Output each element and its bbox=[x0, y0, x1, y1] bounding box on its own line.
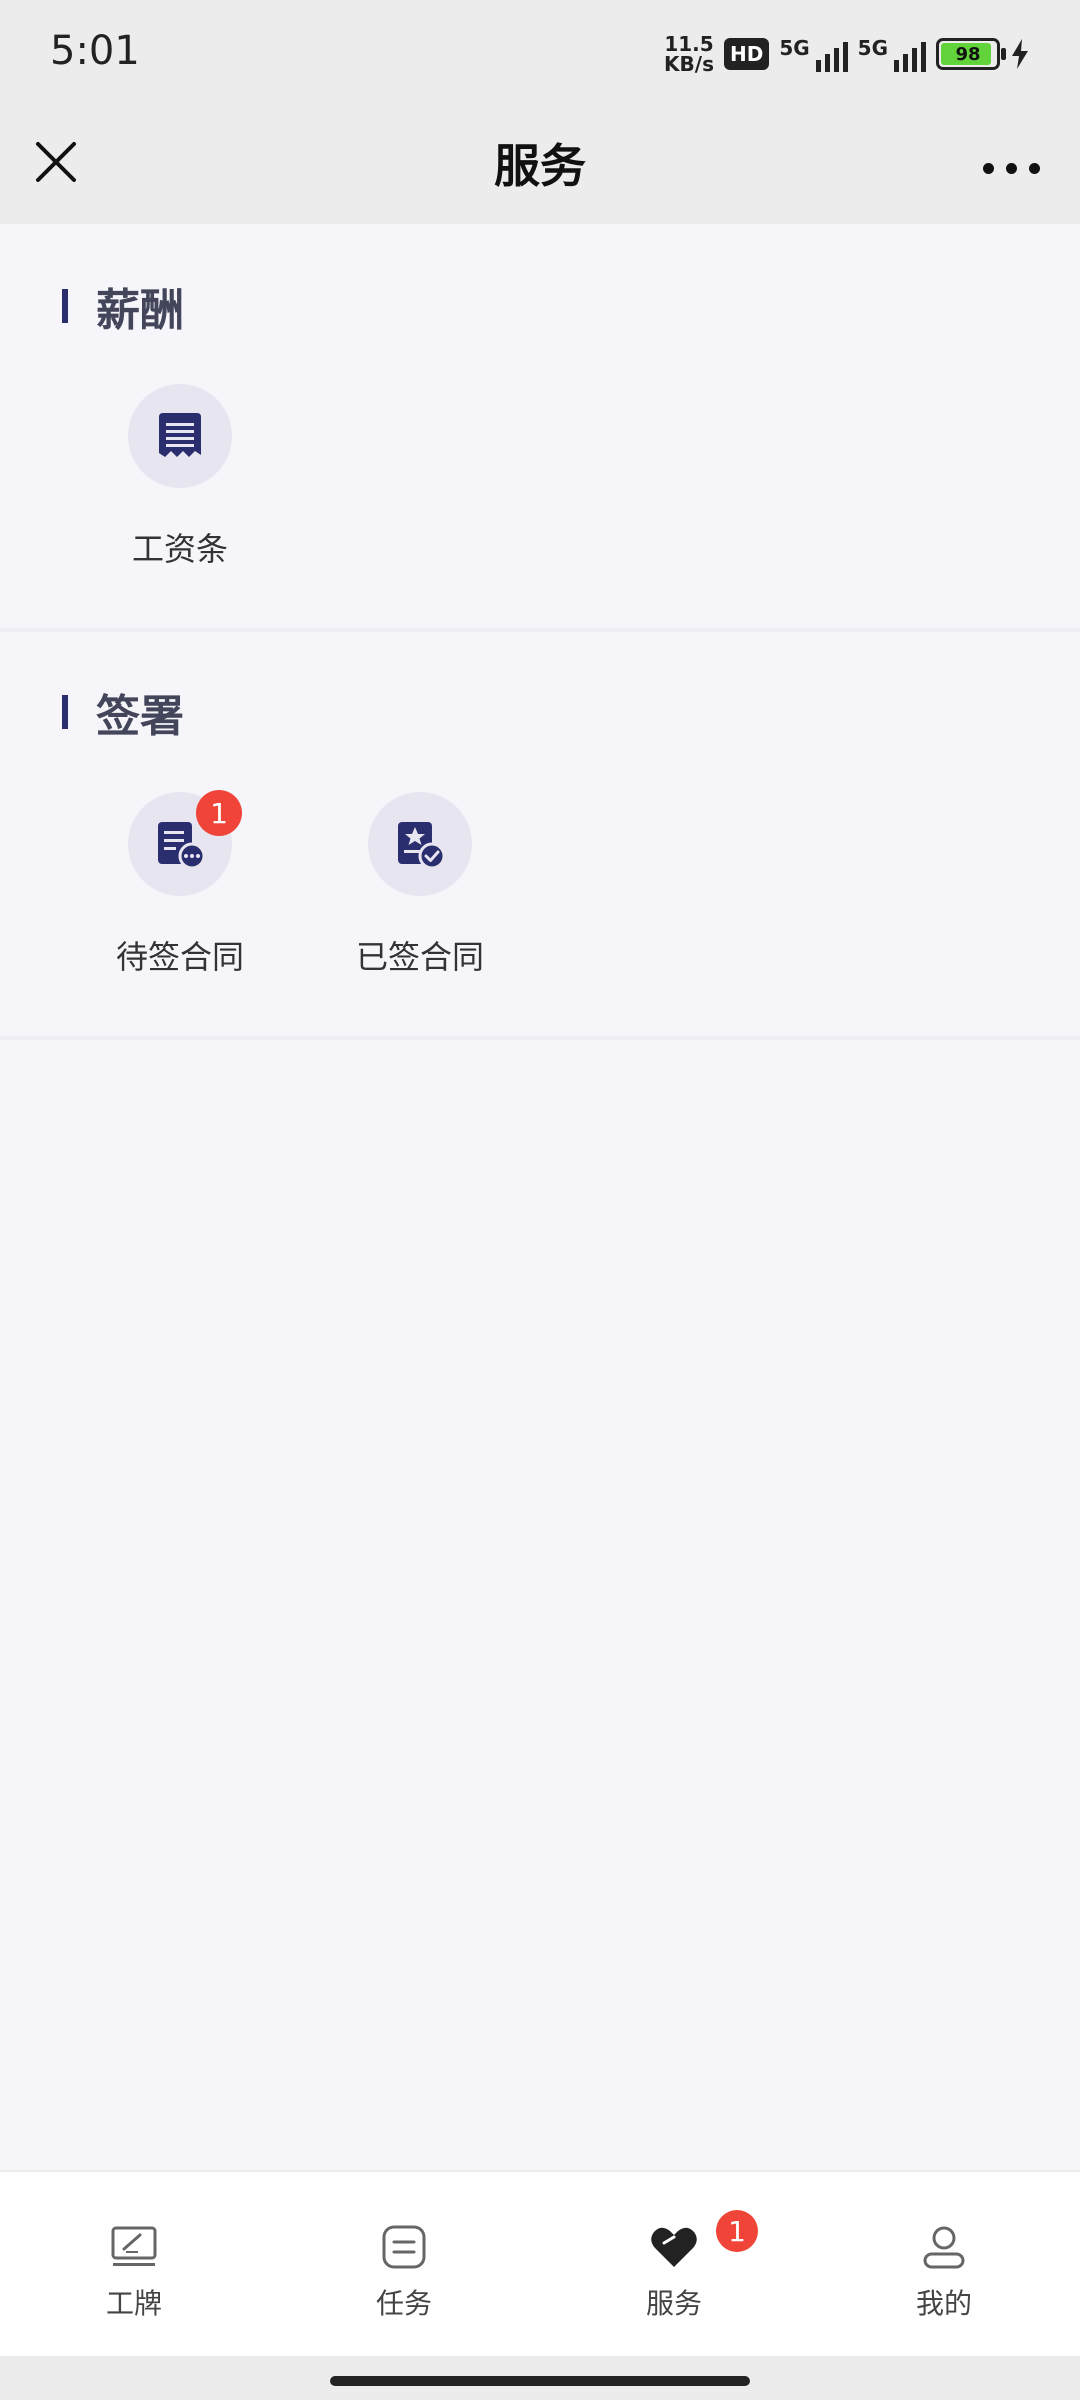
header: 服务 bbox=[0, 108, 1080, 224]
section-title-bar bbox=[62, 289, 68, 323]
page-title: 服务 bbox=[494, 139, 586, 193]
notification-badge: 1 bbox=[196, 790, 242, 836]
nav-label: 工牌 bbox=[105, 2287, 162, 2320]
section-title: 签署 bbox=[62, 688, 184, 742]
nav-item-service[interactable]: 1 服务 bbox=[594, 2210, 758, 2322]
section-signing: 签署 1 待签合同 已签合同 bbox=[0, 632, 1080, 1040]
network-speed: 11.5 KB/s bbox=[664, 32, 714, 76]
nav-label: 任务 bbox=[375, 2287, 432, 2320]
more-icon[interactable] bbox=[960, 150, 1040, 186]
task-icon bbox=[324, 2220, 484, 2274]
service-payslip[interactable]: 工资条 bbox=[80, 384, 280, 570]
service-label: 已签合同 bbox=[355, 938, 484, 976]
nav-item-profile[interactable]: 我的 bbox=[864, 2220, 1024, 2322]
section-title: 薪酬 bbox=[62, 282, 184, 336]
notification-badge: 1 bbox=[716, 2210, 758, 2252]
signal-icon-sim1: 5G bbox=[779, 36, 848, 72]
nav-item-task[interactable]: 任务 bbox=[324, 2220, 484, 2322]
hd-icon: HD bbox=[723, 38, 770, 70]
payslip-icon bbox=[128, 384, 232, 488]
home-indicator-bar[interactable] bbox=[330, 2376, 750, 2386]
service-pending-contract[interactable]: 1 待签合同 bbox=[80, 790, 280, 978]
pending-contract-icon: 1 bbox=[128, 790, 242, 896]
bottom-nav: 工牌 任务 1 服务 我的 bbox=[0, 2170, 1080, 2358]
section-title-bar bbox=[62, 695, 68, 729]
nav-label: 服务 bbox=[645, 2287, 702, 2320]
nav-item-badge-card[interactable]: 工牌 bbox=[54, 2220, 214, 2322]
service-signed-contract[interactable]: 已签合同 bbox=[320, 792, 520, 978]
signal-icon-sim2: 5G bbox=[858, 36, 926, 72]
section-salary: 薪酬 工资条 bbox=[0, 224, 1080, 632]
nav-label: 我的 bbox=[915, 2287, 972, 2320]
profile-icon bbox=[864, 2220, 1024, 2274]
status-icons: 11.5 KB/s HD 5G 5G 98 bbox=[664, 30, 1030, 78]
service-label: 待签合同 bbox=[115, 938, 244, 976]
badge-card-icon bbox=[54, 2220, 214, 2274]
signed-contract-icon bbox=[368, 792, 472, 896]
charging-icon bbox=[1012, 39, 1028, 69]
status-time: 5:01 bbox=[50, 28, 140, 74]
status-bar: 5:01 11.5 KB/s HD 5G 5G 98 bbox=[0, 0, 1080, 108]
battery-icon: 98 bbox=[936, 38, 1006, 70]
service-label: 工资条 bbox=[131, 530, 228, 568]
home-indicator[interactable] bbox=[0, 2356, 1080, 2400]
